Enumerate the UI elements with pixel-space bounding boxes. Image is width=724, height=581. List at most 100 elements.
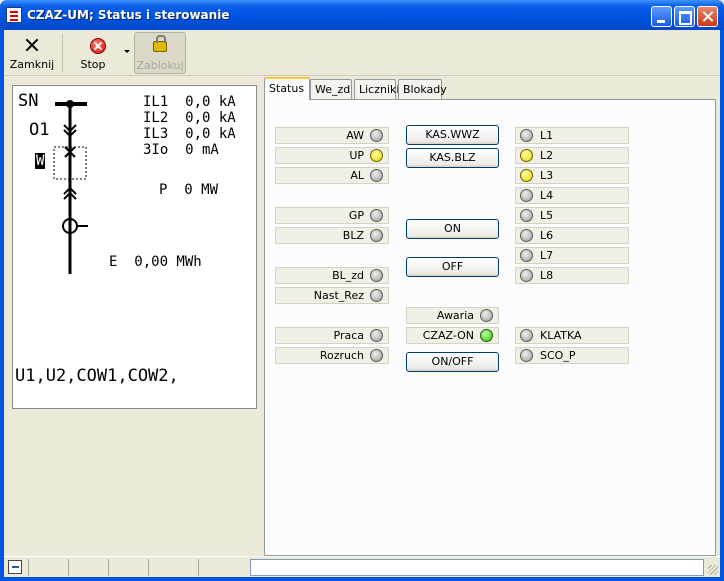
status-panel: AW UP AL GP BLZ BL_zd Nast_Rez Praca Roz… bbox=[264, 99, 716, 556]
indicator-label: SCO_P bbox=[540, 349, 576, 362]
led-icon bbox=[370, 329, 383, 342]
current-il2: IL2 0,0 kA bbox=[143, 110, 236, 126]
led-icon bbox=[520, 209, 533, 222]
signals-footer: U1,U2,COW1,COW2, bbox=[15, 366, 179, 386]
stop-icon bbox=[90, 38, 106, 54]
close-icon bbox=[25, 38, 39, 52]
lock-button[interactable]: Zablokuj bbox=[134, 32, 186, 74]
led-icon bbox=[370, 289, 383, 302]
indicator-l5: L5 bbox=[515, 207, 629, 224]
title-bar[interactable]: CZAZ-UM; Status i sterowanie bbox=[0, 0, 724, 30]
indicator-l1: L1 bbox=[515, 127, 629, 144]
indicator-l2: L2 bbox=[515, 147, 629, 164]
status-cell bbox=[28, 559, 68, 576]
lock-button-label: Zablokuj bbox=[136, 59, 184, 72]
indicator-label: BLZ bbox=[342, 229, 364, 242]
led-icon bbox=[480, 309, 493, 322]
led-icon bbox=[520, 169, 533, 182]
close-button-label: Zamknij bbox=[9, 58, 55, 71]
resize-grip-icon[interactable] bbox=[708, 565, 718, 575]
led-icon bbox=[480, 329, 493, 342]
led-icon bbox=[370, 129, 383, 142]
indicator-aw: AW bbox=[275, 127, 389, 144]
minimize-button[interactable] bbox=[651, 6, 672, 27]
on-button[interactable]: ON bbox=[406, 219, 499, 239]
toolbar-separator bbox=[62, 34, 63, 72]
indicator-label: Nast_Rez bbox=[313, 289, 364, 302]
tab-liczniki[interactable]: Liczniki bbox=[354, 79, 399, 99]
app-icon[interactable] bbox=[6, 7, 22, 23]
led-icon bbox=[520, 349, 533, 362]
status-cell bbox=[108, 559, 148, 576]
lock-icon bbox=[153, 35, 167, 52]
indicator-label: AW bbox=[346, 129, 364, 142]
led-icon bbox=[520, 149, 533, 162]
led-icon bbox=[370, 169, 383, 182]
toolbar: Zamknij Stop Zablokuj bbox=[4, 30, 720, 76]
indicator-sco-p: SCO_P bbox=[515, 347, 629, 364]
current-il1: IL1 0,0 kA bbox=[143, 94, 236, 110]
energy-reading: E 0,00 MWh bbox=[109, 254, 202, 270]
status-message-box bbox=[250, 559, 704, 576]
maximize-button[interactable] bbox=[674, 6, 695, 27]
main-window: CZAZ-UM; Status i sterowanie Zamknij Sto… bbox=[0, 0, 724, 581]
schematic-panel: SN O1 W IL1 0,0 kA IL2 0,0 kA IL3 0,0 kA… bbox=[12, 85, 257, 409]
led-icon bbox=[370, 349, 383, 362]
led-icon bbox=[520, 229, 533, 242]
indicator-label: L4 bbox=[540, 189, 554, 202]
indicator-klatka: KLATKA bbox=[515, 327, 629, 344]
indicator-label: Praca bbox=[333, 329, 365, 342]
led-icon bbox=[370, 209, 383, 222]
indicator-gp: GP bbox=[275, 207, 389, 224]
close-button[interactable]: Zamknij bbox=[8, 32, 56, 74]
kas-blz-button[interactable]: KAS.BLZ bbox=[406, 148, 499, 168]
chevron-down-icon[interactable] bbox=[124, 50, 130, 53]
indicator-label: UP bbox=[349, 149, 364, 162]
led-icon bbox=[370, 269, 383, 282]
stop-button[interactable]: Stop bbox=[68, 32, 130, 74]
client-area: Zamknij Stop Zablokuj SN O1 W IL1 0,0 kA… bbox=[4, 30, 720, 577]
indicator-label: L3 bbox=[540, 169, 554, 182]
indicator-l8: L8 bbox=[515, 267, 629, 284]
status-cell bbox=[148, 559, 198, 576]
current-il3: IL3 0,0 kA bbox=[143, 126, 236, 142]
indicator-label: L7 bbox=[540, 249, 554, 262]
status-cell bbox=[68, 559, 108, 576]
indicator-praca: Praca bbox=[275, 327, 389, 344]
power-reading: P 0 MW bbox=[159, 182, 219, 198]
led-icon bbox=[520, 329, 533, 342]
indicator-bl-zd: BL_zd bbox=[275, 267, 389, 284]
indicator-al: AL bbox=[275, 167, 389, 184]
status-bar bbox=[4, 556, 720, 577]
off-button[interactable]: OFF bbox=[406, 257, 499, 277]
tab-we-zd[interactable]: We_zd bbox=[310, 79, 352, 99]
tab-status[interactable]: Status bbox=[264, 77, 310, 100]
o1-label: O1 bbox=[29, 120, 50, 140]
indicator-up: UP bbox=[275, 147, 389, 164]
w-label: W bbox=[35, 153, 46, 169]
indicator-czaz-on: CZAZ-ON bbox=[406, 327, 499, 344]
indicator-l4: L4 bbox=[515, 187, 629, 204]
connection-icon bbox=[8, 560, 22, 574]
indicator-label: CZAZ-ON bbox=[422, 329, 474, 342]
indicator-rozruch: Rozruch bbox=[275, 347, 389, 364]
sn-label: SN bbox=[18, 91, 39, 111]
close-window-button[interactable] bbox=[697, 6, 718, 27]
led-icon bbox=[370, 229, 383, 242]
led-icon bbox=[520, 269, 533, 282]
onoff-button[interactable]: ON/OFF bbox=[406, 352, 499, 372]
indicator-label: L2 bbox=[540, 149, 554, 162]
indicator-nast-rez: Nast_Rez bbox=[275, 287, 389, 304]
led-icon bbox=[520, 189, 533, 202]
led-icon bbox=[520, 129, 533, 142]
indicator-label: Rozruch bbox=[319, 349, 364, 362]
stop-button-label: Stop bbox=[80, 58, 106, 71]
indicator-blz: BLZ bbox=[275, 227, 389, 244]
indicator-label: GP bbox=[348, 209, 364, 222]
indicator-label: Awaria bbox=[436, 309, 474, 322]
kas-wwz-button[interactable]: KAS.WWZ bbox=[406, 125, 499, 145]
indicator-l7: L7 bbox=[515, 247, 629, 264]
current-3io: 3Io 0 mA bbox=[143, 142, 219, 158]
tab-blokady[interactable]: Blokady bbox=[398, 79, 447, 99]
indicator-l3: L3 bbox=[515, 167, 629, 184]
